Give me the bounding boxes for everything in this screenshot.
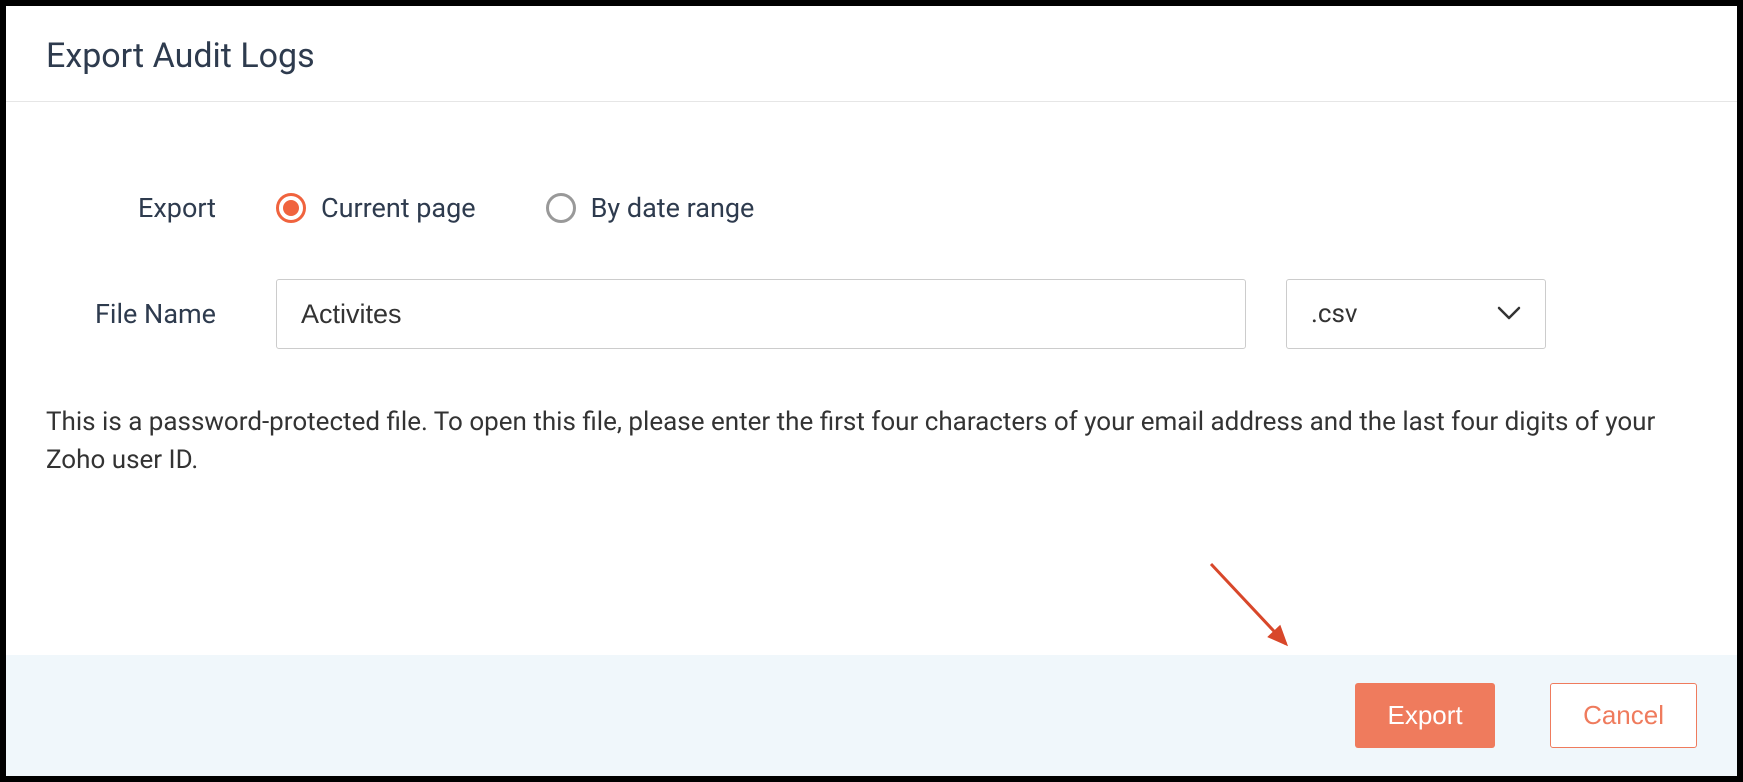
radio-current-page[interactable]: Current page — [276, 192, 476, 224]
export-type-row: Export Current page By date range — [46, 192, 1697, 224]
radio-current-page-label: Current page — [321, 192, 476, 224]
file-name-row: File Name .csv — [46, 279, 1697, 349]
file-name-input[interactable] — [276, 279, 1246, 349]
file-extension-select[interactable]: .csv — [1286, 279, 1546, 349]
radio-unselected-icon — [546, 193, 576, 223]
cancel-button[interactable]: Cancel — [1550, 683, 1697, 748]
dialog-footer: Export Cancel — [6, 655, 1737, 776]
radio-by-date-range-label: By date range — [591, 192, 755, 224]
file-extension-value: .csv — [1311, 299, 1357, 329]
export-label: Export — [46, 192, 276, 224]
export-radio-group: Current page By date range — [276, 192, 754, 224]
chevron-down-icon — [1497, 305, 1521, 324]
file-name-label: File Name — [46, 298, 276, 330]
dialog-header: Export Audit Logs — [6, 6, 1737, 102]
dialog-title: Export Audit Logs — [46, 36, 1697, 76]
file-name-input-group: .csv — [276, 279, 1697, 349]
export-button[interactable]: Export — [1355, 683, 1495, 748]
password-info-text: This is a password-protected file. To op… — [46, 404, 1697, 479]
radio-selected-icon — [276, 193, 306, 223]
dialog-body: Export Current page By date range File N… — [6, 102, 1737, 655]
export-audit-logs-dialog: Export Audit Logs Export Current page By… — [0, 0, 1743, 782]
radio-by-date-range[interactable]: By date range — [546, 192, 755, 224]
